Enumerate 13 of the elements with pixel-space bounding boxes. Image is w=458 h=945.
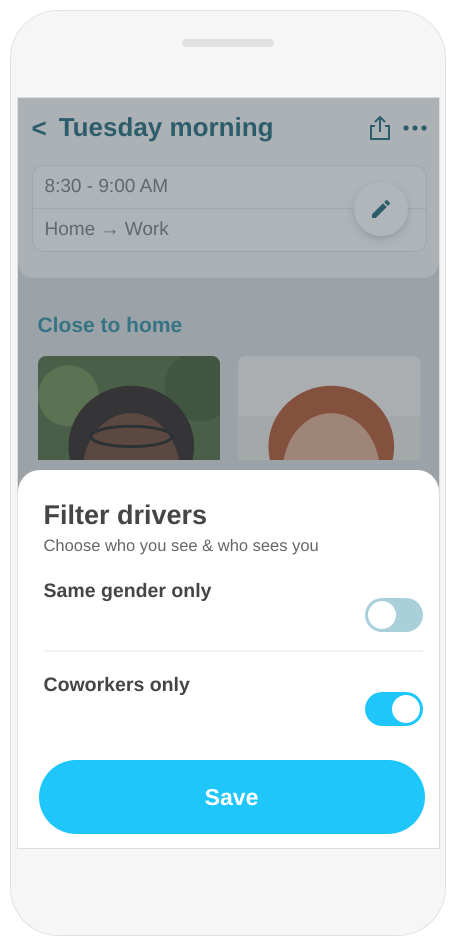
option-label: Same gender only (44, 580, 212, 603)
toggle-switch[interactable] (364, 692, 422, 726)
section-title: Close to home (38, 314, 184, 338)
save-button[interactable]: Save (38, 760, 424, 834)
back-button[interactable]: < (32, 114, 47, 140)
share-icon[interactable] (368, 114, 390, 140)
sheet-title: Filter drivers (44, 500, 208, 531)
page-title: Tuesday morning (58, 112, 274, 143)
trip-time: 8:30 - 9:00 AM (44, 175, 170, 199)
toggle-switch[interactable] (364, 598, 422, 632)
sheet-subtitle: Choose who you see & who sees you (44, 537, 320, 556)
option-label: Coworkers only (44, 674, 190, 697)
more-icon[interactable] (402, 124, 426, 130)
